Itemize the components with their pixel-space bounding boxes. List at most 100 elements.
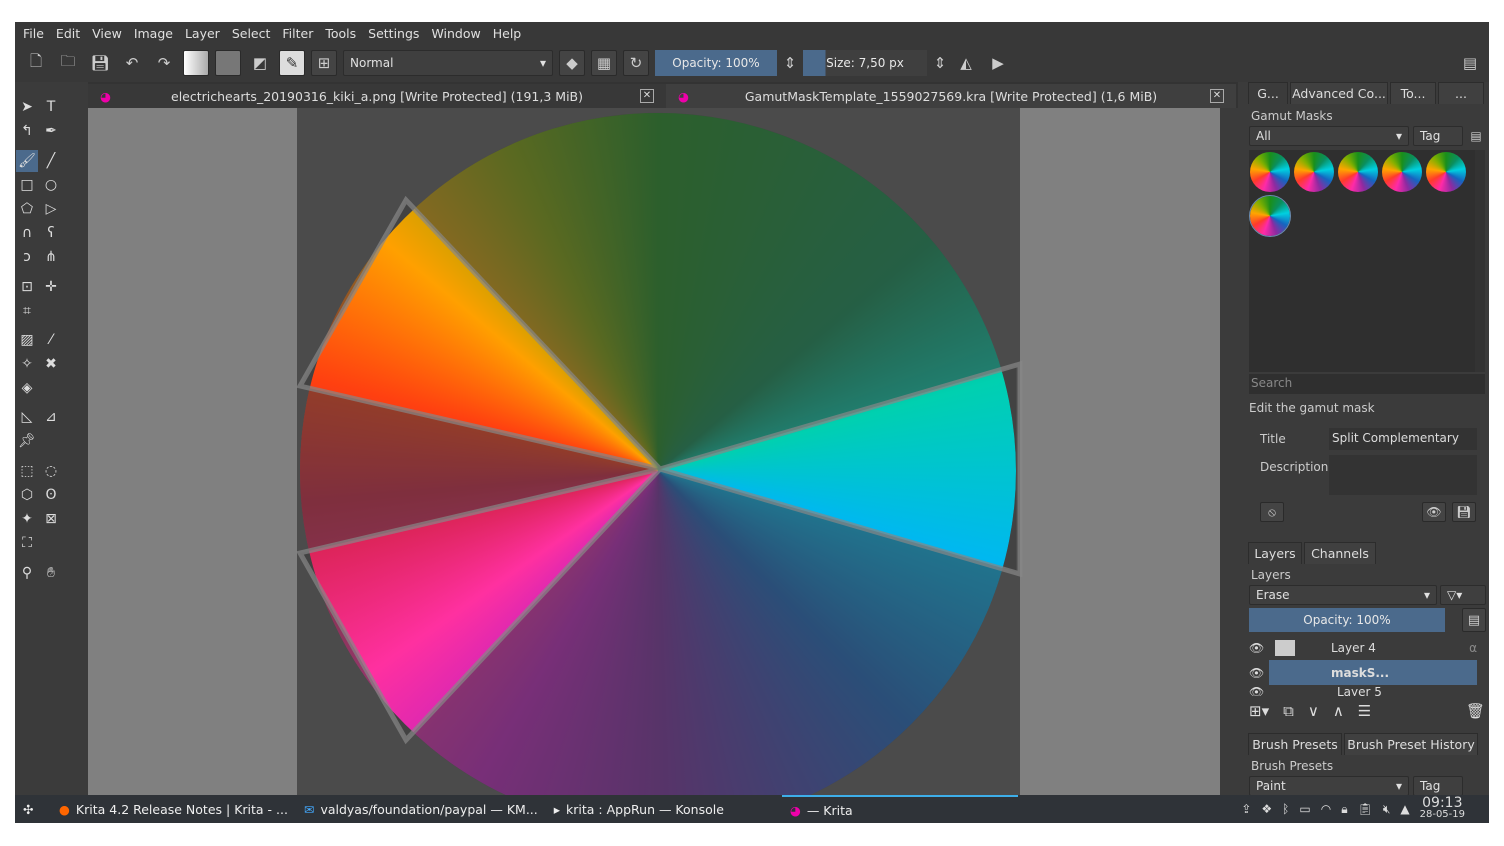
size-slider[interactable]: Size: 7,50 px: [803, 50, 927, 76]
menu-image[interactable]: Image: [134, 26, 173, 41]
brush-preset-button[interactable]: ✎: [279, 50, 305, 76]
eye-icon[interactable]: 👁︎: [1249, 685, 1269, 696]
crop-tool-icon[interactable]: ⌗: [16, 300, 38, 322]
dropbox-icon[interactable]: ❖: [1261, 802, 1272, 816]
select-shape-tool-icon[interactable]: ➤: [16, 96, 38, 118]
gamut-mask-thumb[interactable]: [1338, 152, 1378, 192]
task-konsole[interactable]: ▸ krita : AppRun — Konsole: [546, 795, 732, 823]
app-launcher-icon[interactable]: ✣: [15, 795, 51, 823]
task-firefox[interactable]: ● Krita 4.2 Release Notes | Krita - ...: [51, 795, 296, 823]
rect-select-tool-icon[interactable]: ⬚: [16, 460, 38, 482]
new-document-icon[interactable]: 🗋: [23, 50, 49, 76]
cancel-icon[interactable]: ⦸: [1260, 502, 1284, 522]
gamut-search-input[interactable]: Search: [1249, 374, 1485, 394]
preview-eye-icon[interactable]: 👁︎: [1422, 502, 1446, 522]
layer-row[interactable]: 👁︎ Layer 5: [1249, 685, 1477, 696]
calligraphy-tool-icon[interactable]: ✒: [40, 120, 62, 142]
lock-icon[interactable]: 🔒︎: [1341, 802, 1347, 817]
tab-layers[interactable]: Layers: [1248, 542, 1302, 564]
document-tab-1[interactable]: ◕ electrichearts_20190316_kiki_a.png [Wr…: [88, 84, 666, 108]
zoom-tool-icon[interactable]: ⚲: [16, 562, 38, 584]
transform-tool-icon[interactable]: ⊡: [16, 276, 38, 298]
freehand-brush-tool-icon[interactable]: 🖌︎: [16, 150, 38, 172]
layer-properties-icon[interactable]: ▤: [1462, 608, 1486, 632]
menu-file[interactable]: File: [23, 26, 44, 41]
menu-filter[interactable]: Filter: [282, 26, 313, 41]
tab-more[interactable]: ...: [1438, 82, 1484, 104]
fg-bg-color-icon[interactable]: ◩: [247, 50, 273, 76]
tab-tool-options[interactable]: To...: [1390, 82, 1436, 104]
opacity-slider[interactable]: Opacity: 100%: [655, 50, 777, 76]
gamut-filter-select[interactable]: All ▾: [1249, 126, 1409, 146]
menu-window[interactable]: Window: [431, 26, 480, 41]
gamut-mask-thumb[interactable]: [1250, 152, 1290, 192]
gamut-mask-thumb-selected[interactable]: [1249, 195, 1291, 237]
battery-icon[interactable]: ▭: [1299, 802, 1310, 816]
tab-channels[interactable]: Channels: [1304, 542, 1376, 564]
close-icon[interactable]: ✕: [640, 89, 654, 103]
multibrush-tool-icon[interactable]: ⋔: [40, 246, 62, 268]
rectangle-tool-icon[interactable]: □: [16, 174, 38, 196]
canvas-scrollbar[interactable]: [1220, 108, 1230, 795]
similar-select-tool-icon[interactable]: ⊠: [40, 508, 62, 530]
text-tool-icon[interactable]: T: [40, 96, 62, 118]
layer-opacity-slider[interactable]: Opacity: 100%: [1249, 608, 1445, 632]
ellipse-select-tool-icon[interactable]: ◌: [40, 460, 62, 482]
clipboard-icon[interactable]: 📋︎: [1358, 802, 1373, 816]
mirror-horizontal-icon[interactable]: ◭: [953, 50, 979, 76]
view-mode-icon[interactable]: ▤: [1466, 126, 1486, 146]
blend-mode-select[interactable]: Normal ▾: [343, 50, 553, 76]
description-input[interactable]: [1329, 455, 1477, 495]
task-kmail[interactable]: ✉ valdyas/foundation/paypal — KM...: [296, 795, 546, 823]
pattern-selector[interactable]: [215, 50, 241, 76]
reload-preset-icon[interactable]: ↻: [623, 50, 649, 76]
alpha-lock-icon[interactable]: ▦: [591, 50, 617, 76]
bluetooth-icon[interactable]: ᛒ: [1282, 802, 1289, 816]
freehand-select-tool-icon[interactable]: ʘ: [40, 484, 62, 506]
menu-edit[interactable]: Edit: [56, 26, 80, 41]
mirror-vertical-icon[interactable]: ▶: [985, 50, 1011, 76]
brush-tag-button[interactable]: Tag: [1413, 776, 1463, 796]
line-tool-icon[interactable]: ╱: [40, 150, 62, 172]
gamut-mask-thumb[interactable]: [1294, 152, 1334, 192]
polyline-tool-icon[interactable]: ▷: [40, 198, 62, 220]
menu-select[interactable]: Select: [232, 26, 271, 41]
reference-tool-icon[interactable]: 📌︎: [16, 430, 38, 452]
eraser-icon[interactable]: ◆: [559, 50, 585, 76]
add-layer-icon[interactable]: ⊞▾: [1249, 702, 1269, 722]
save-icon[interactable]: 💾︎: [87, 50, 113, 76]
alpha-lock-icon[interactable]: α: [1469, 641, 1477, 655]
measure-tool-icon[interactable]: ⊿: [40, 406, 62, 428]
brush-settings-icon[interactable]: ⊞: [311, 50, 337, 76]
volume-muted-icon[interactable]: 🔇︎: [1383, 802, 1391, 817]
menu-help[interactable]: Help: [493, 26, 522, 41]
layer-filter-icon[interactable]: ▽▾: [1440, 585, 1486, 605]
menu-layer[interactable]: Layer: [185, 26, 220, 41]
duplicate-layer-icon[interactable]: ⧉: [1283, 702, 1294, 722]
close-icon[interactable]: ✕: [1210, 89, 1224, 103]
wifi-icon[interactable]: ◠: [1321, 802, 1331, 816]
freehand-path-tool-icon[interactable]: ʕ: [40, 222, 62, 244]
open-folder-icon[interactable]: 🗀: [55, 50, 81, 76]
canvas[interactable]: [88, 108, 1230, 795]
layer-settings-icon[interactable]: ☰: [1358, 702, 1371, 722]
tag-button[interactable]: Tag: [1413, 126, 1463, 146]
layer-row[interactable]: 👁︎ Layer 4 α: [1249, 635, 1477, 660]
layer-row-selected[interactable]: 👁︎ maskS...: [1249, 660, 1477, 685]
menu-settings[interactable]: Settings: [368, 26, 419, 41]
assistant-tool-icon[interactable]: ◺: [16, 406, 38, 428]
move-down-icon[interactable]: ∨: [1308, 702, 1319, 722]
layer-blend-select[interactable]: Erase ▾: [1249, 585, 1437, 605]
move-up-icon[interactable]: ∧: [1333, 702, 1344, 722]
ellipse-tool-icon[interactable]: ○: [40, 174, 62, 196]
task-krita[interactable]: ◕ — Krita: [781, 795, 1018, 823]
gamut-mask-thumb[interactable]: [1426, 152, 1466, 192]
save-mask-icon[interactable]: 💾︎: [1452, 502, 1476, 522]
polygon-select-tool-icon[interactable]: ⬡: [16, 484, 38, 506]
bezier-select-tool-icon[interactable]: ⛶: [16, 532, 38, 554]
eye-icon[interactable]: 👁︎: [1249, 666, 1269, 680]
fill-tool-icon[interactable]: ✖: [40, 353, 62, 375]
updates-icon[interactable]: ⇪: [1241, 802, 1251, 816]
title-input[interactable]: Split Complementary: [1329, 428, 1477, 450]
tray-expand-icon[interactable]: ▲: [1400, 802, 1409, 816]
